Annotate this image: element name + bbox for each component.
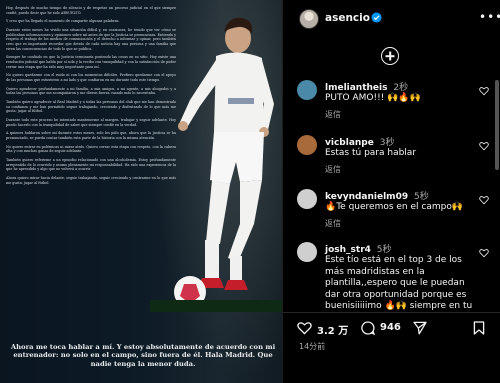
bookmark-icon[interactable]	[473, 321, 485, 335]
comment-time: 5秒	[413, 192, 429, 202]
reply-button[interactable]: 返信	[325, 218, 341, 229]
comment-text: PUTO AMO!!! 🙌🔥🙌	[325, 93, 421, 103]
comment-bubble-icon[interactable]	[361, 321, 375, 335]
comment-time: 5秒	[376, 245, 392, 255]
heart-icon[interactable]	[479, 141, 489, 151]
commenter-avatar[interactable]	[297, 135, 317, 155]
commenter-username[interactable]: kevyndanielm09	[325, 192, 408, 202]
commenter-avatar[interactable]	[297, 242, 317, 262]
comment-count[interactable]: 946	[380, 322, 401, 333]
share-send-icon[interactable]	[413, 321, 427, 335]
heart-icon[interactable]	[479, 248, 489, 258]
like-count[interactable]: 3.2 万	[317, 322, 348, 337]
verified-badge-icon	[371, 12, 382, 23]
comment-header: kevyndanielm09 5秒	[325, 189, 429, 202]
comment-text: Este tío está en el top 3 de los más mad…	[325, 255, 473, 311]
like-heart-icon[interactable]	[297, 321, 312, 335]
comments-scrollbar[interactable]	[495, 80, 499, 170]
post-image[interactable]: Hoy, después de mucho tiempo de silencio…	[0, 0, 282, 383]
comment-header: josh_str4 5秒	[325, 242, 392, 255]
comment-header: vicblanpe 3秒	[325, 135, 394, 148]
statement-closing: Ahora me toca hablar a mí. Y estoy absol…	[10, 343, 276, 368]
comment-text: Estas tú para hablar	[325, 148, 417, 158]
commenter-username[interactable]: vicblanpe	[325, 138, 374, 148]
comment-text: 🔥Te queremos en el campo🙌	[325, 202, 464, 212]
add-comment-button[interactable]	[381, 47, 399, 65]
commenter-avatar[interactable]	[297, 80, 317, 100]
more-options-icon[interactable]: •••	[479, 10, 500, 24]
author-avatar[interactable]	[299, 9, 319, 29]
commenter-username[interactable]: josh_str4	[325, 245, 371, 255]
reply-button[interactable]: 返信	[325, 164, 341, 175]
post-actions-bar: 3.2 万 946	[283, 312, 500, 342]
comment-time: 2秒	[393, 83, 409, 93]
reply-button[interactable]: 返信	[325, 109, 341, 120]
player-figure	[150, 17, 282, 312]
heart-icon[interactable]	[479, 86, 489, 96]
comment-header: lmeliantheis 2秒	[325, 80, 408, 93]
commenter-avatar[interactable]	[297, 189, 317, 209]
heart-icon[interactable]	[479, 195, 489, 205]
author-username[interactable]: asencio	[325, 12, 370, 24]
post-timestamp: 14分前	[299, 342, 326, 351]
post-side-panel: asencio ••• lmeliantheis 2秒 PUTO AMO!!! …	[283, 0, 500, 383]
comment-time: 3秒	[379, 138, 395, 148]
commenter-username[interactable]: lmeliantheis	[325, 83, 387, 93]
post-header: asencio •••	[283, 0, 500, 38]
